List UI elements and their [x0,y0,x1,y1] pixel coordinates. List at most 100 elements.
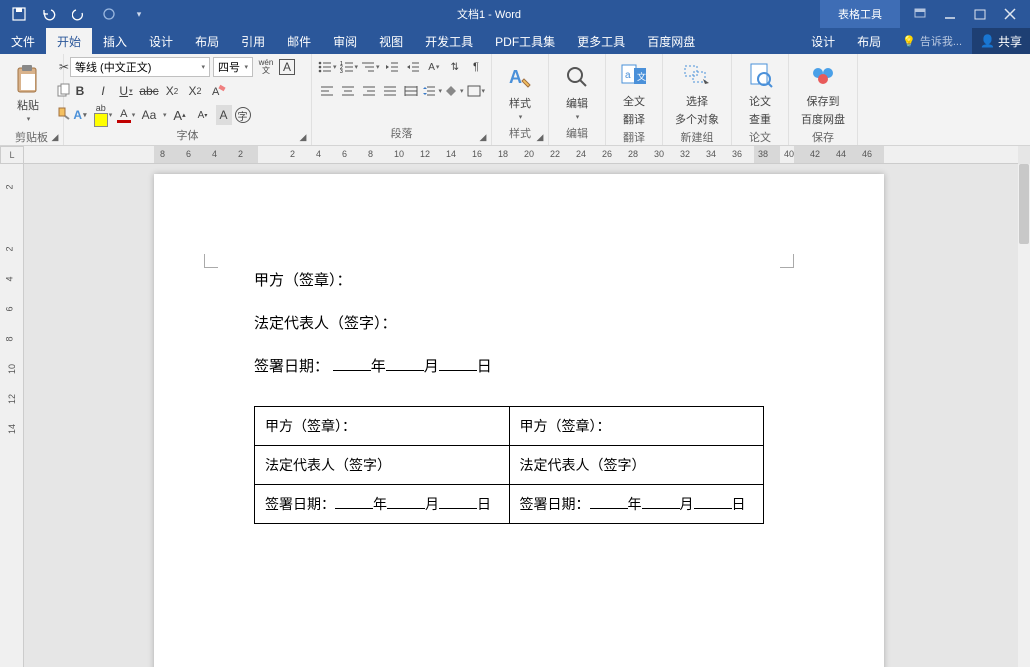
table-cell[interactable]: 法定代表人（签字） [255,446,510,485]
strikethrough-button[interactable]: abc [139,81,159,101]
underline-button[interactable]: U▾ [116,81,136,101]
styles-button[interactable]: A 样式▾ [498,57,542,125]
clear-formatting-icon[interactable]: A [208,81,228,101]
tab-developer[interactable]: 开发工具 [414,28,484,55]
table-cell[interactable]: 法定代表人（签字） [509,446,764,485]
table-cell[interactable]: 甲方（签章）： [255,407,510,446]
margin-mark-tr [780,254,794,268]
table-cell[interactable]: 签署日期：年月日 [255,485,510,524]
qat-dropdown-icon[interactable]: ▾ [130,5,148,23]
bullets-button[interactable]: ▾ [318,57,337,77]
styles-dialog-launcher[interactable]: ◢ [534,131,546,143]
tell-me-search[interactable]: 💡告诉我... [892,33,972,49]
document-scroll[interactable]: 甲方（签章）： 法定代表人（签字）： 签署日期： 年月日 甲方（签章）： 甲方（… [24,164,1018,667]
doc-line-1[interactable]: 甲方（签章）： [254,269,784,290]
show-marks-button[interactable]: ¶ [467,57,485,77]
tab-table-layout[interactable]: 布局 [846,28,892,55]
font-dialog-launcher[interactable]: ◢ [297,131,309,143]
font-name-combo[interactable]: 等线 (中文正文)▾ [70,57,210,77]
font-color-button[interactable]: A▾ [116,105,136,125]
justify-button[interactable] [381,81,399,101]
ruler-corner[interactable]: L [0,146,24,164]
enclose-char-button[interactable]: 字 [235,107,251,123]
tab-view[interactable]: 视图 [368,28,414,55]
phonetic-guide-icon[interactable]: wén文 [256,57,276,77]
sort-button[interactable]: ⇅ [446,57,464,77]
tab-baidu-netdisk[interactable]: 百度网盘 [636,28,706,55]
tab-mailings[interactable]: 邮件 [276,28,322,55]
numbering-button[interactable]: 123▾ [340,57,359,77]
asian-layout-button[interactable]: A▾ [425,57,443,77]
scrollbar-thumb[interactable] [1019,164,1029,244]
multilevel-list-button[interactable]: ▾ [361,57,380,77]
table-cell[interactable]: 甲方（签章）： [509,407,764,446]
paste-button[interactable]: 粘贴▾ [6,57,50,129]
group-paragraph: ▾ 123▾ ▾ A▾ ⇅ ¶ ▾ ▾ ▾ 段落 ◢ [312,54,492,145]
shading-button[interactable]: ▾ [445,81,464,101]
thesis-check-button[interactable]: 论文查重 [738,57,782,129]
contextual-tab-table-tools[interactable]: 表格工具 [820,0,900,28]
doc-line-3[interactable]: 签署日期： 年月日 [254,355,784,376]
paragraph-dialog-launcher[interactable]: ◢ [477,131,489,143]
italic-button[interactable]: I [93,81,113,101]
shrink-font-button[interactable]: A▾ [193,105,213,125]
horizontal-ruler[interactable]: 8642246810121416182022242628303234363840… [24,146,1018,164]
titlebar: ▾ 文档1 - Word 表格工具 [0,0,1030,28]
translate-button[interactable]: a文 全文翻译 [612,57,656,129]
grow-font-button[interactable]: A▴ [170,105,190,125]
save-netdisk-button[interactable]: 保存到百度网盘 [795,57,851,129]
signature-table[interactable]: 甲方（签章）： 甲方（签章）： 法定代表人（签字） 法定代表人（签字） 签署日期… [254,406,764,524]
quick-access-toolbar: ▾ [0,5,158,23]
align-center-button[interactable] [339,81,357,101]
doc-line-2[interactable]: 法定代表人（签字）： [254,312,784,333]
page[interactable]: 甲方（签章）： 法定代表人（签字）： 签署日期： 年月日 甲方（签章）： 甲方（… [154,174,884,667]
tab-file[interactable]: 文件 [0,28,46,55]
increase-indent-button[interactable] [404,57,422,77]
tab-more-tools[interactable]: 更多工具 [566,28,636,55]
change-case-button[interactable]: Aa [139,105,159,125]
clipboard-dialog-launcher[interactable]: ◢ [49,131,61,143]
tab-references[interactable]: 引用 [230,28,276,55]
table-cell[interactable]: 签署日期：年月日 [509,485,764,524]
tab-layout[interactable]: 布局 [184,28,230,55]
redo-icon[interactable] [70,5,88,23]
touch-mode-icon[interactable] [100,5,118,23]
tab-insert[interactable]: 插入 [92,28,138,55]
line-spacing-button[interactable]: ▾ [423,81,442,101]
distribute-button[interactable] [402,81,420,101]
tab-home[interactable]: 开始 [46,28,92,55]
character-border-icon[interactable]: A [279,59,295,75]
minimize-icon[interactable] [944,8,956,20]
highlight-button[interactable]: ab▾ [93,105,113,125]
group-editing: 编辑▾ 编辑 [549,54,606,145]
tab-table-design[interactable]: 设计 [800,28,846,55]
svg-text:3: 3 [340,69,343,73]
font-size-combo[interactable]: 四号▾ [213,57,253,77]
char-shading-button[interactable]: A [216,105,232,125]
vertical-ruler[interactable]: 22468101214 [0,164,24,667]
undo-icon[interactable] [40,5,58,23]
select-multi-button[interactable]: 选择多个对象 [669,57,725,129]
close-icon[interactable] [1004,8,1016,20]
group-thesis: 论文查重 论文 [732,54,789,145]
bold-button[interactable]: B [70,81,90,101]
editing-button[interactable]: 编辑▾ [555,57,599,125]
tab-pdf-tools[interactable]: PDF工具集 [484,28,566,55]
styles-icon: A [504,61,536,93]
tab-review[interactable]: 审阅 [322,28,368,55]
save-icon[interactable] [10,5,28,23]
borders-button[interactable]: ▾ [467,81,486,101]
share-button[interactable]: 👤共享 [972,28,1030,55]
superscript-button[interactable]: X2 [185,81,205,101]
maximize-icon[interactable] [974,8,986,20]
vertical-scrollbar[interactable] [1018,164,1030,667]
ribbon-options-icon[interactable] [914,8,926,20]
align-left-button[interactable] [318,81,336,101]
group-styles: A 样式▾ 样式 ◢ [492,54,549,145]
align-right-button[interactable] [360,81,378,101]
tab-design[interactable]: 设计 [138,28,184,55]
subscript-button[interactable]: X2 [162,81,182,101]
text-effects-button[interactable]: A▾ [70,105,90,125]
svg-text:文: 文 [637,71,646,82]
decrease-indent-button[interactable] [383,57,401,77]
